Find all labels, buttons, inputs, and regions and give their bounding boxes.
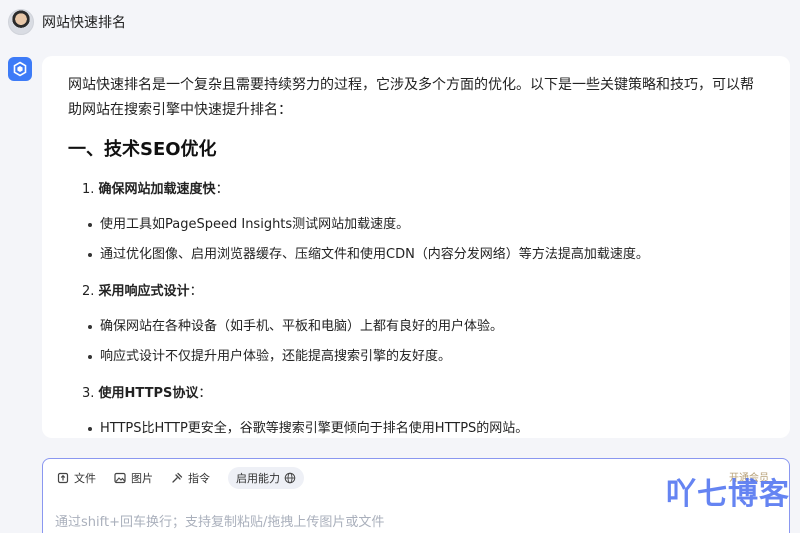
image-icon — [114, 472, 126, 484]
upload-image-button[interactable]: 图片 — [114, 467, 153, 489]
list-item-title: 确保网站加载速度快 — [98, 182, 216, 197]
file-icon — [57, 472, 69, 484]
answer-intro: 网站快速排名是一个复杂且需要持续努力的过程，它涉及多个方面的优化。以下是一些关键… — [68, 77, 754, 118]
list-item-2: 2. 采用响应式设计： — [82, 284, 203, 299]
bullet-item: 通过优化图像、启用浏览器缓存、压缩文件和使用CDN（内容分发网络）等方法提高加载… — [68, 245, 764, 265]
list-item-1: 1. 确保网站加载速度快： — [82, 182, 229, 197]
upload-file-button[interactable]: 文件 — [57, 467, 96, 489]
bullet-item: 响应式设计不仅提升用户体验，还能提高搜索引擎的友好度。 — [68, 347, 764, 367]
user-avatar — [8, 9, 34, 35]
user-message-row: 网站快速排名 — [8, 8, 126, 36]
section-heading: 一、技术SEO优化 — [68, 139, 217, 160]
bullet-item: 确保网站在各种设备（如手机、平板和电脑）上都有良好的用户体验。 — [68, 317, 764, 337]
chat-input-placeholder: 通过shift+回车换行；支持复制粘贴/拖拽上传图片或文件 — [55, 515, 385, 530]
list-item-title: 采用响应式设计 — [98, 284, 190, 299]
list-item-3: 3. 使用HTTPS协议： — [82, 386, 212, 401]
enable-capability-button[interactable]: 启用能力 — [228, 467, 304, 489]
command-button[interactable]: 指令 — [171, 467, 210, 489]
input-toolbar: 文件 图片 指令 启用能力 — [57, 467, 304, 489]
brush-icon — [172, 472, 183, 483]
bullet-item: 使用工具如PageSpeed Insights测试网站加载速度。 — [68, 215, 764, 235]
list-item-title: 使用HTTPS协议 — [98, 386, 199, 401]
globe-icon — [284, 472, 296, 484]
user-message-text: 网站快速排名 — [42, 15, 126, 31]
assistant-logo-icon — [8, 57, 32, 81]
watermark: 吖七博客 — [666, 477, 790, 512]
bullet-item: HTTPS比HTTP更安全，谷歌等搜索引擎更倾向于排名使用HTTPS的网站。 — [68, 419, 764, 438]
assistant-answer-card: 网站快速排名是一个复杂且需要持续努力的过程，它涉及多个方面的优化。以下是一些关键… — [42, 56, 790, 438]
